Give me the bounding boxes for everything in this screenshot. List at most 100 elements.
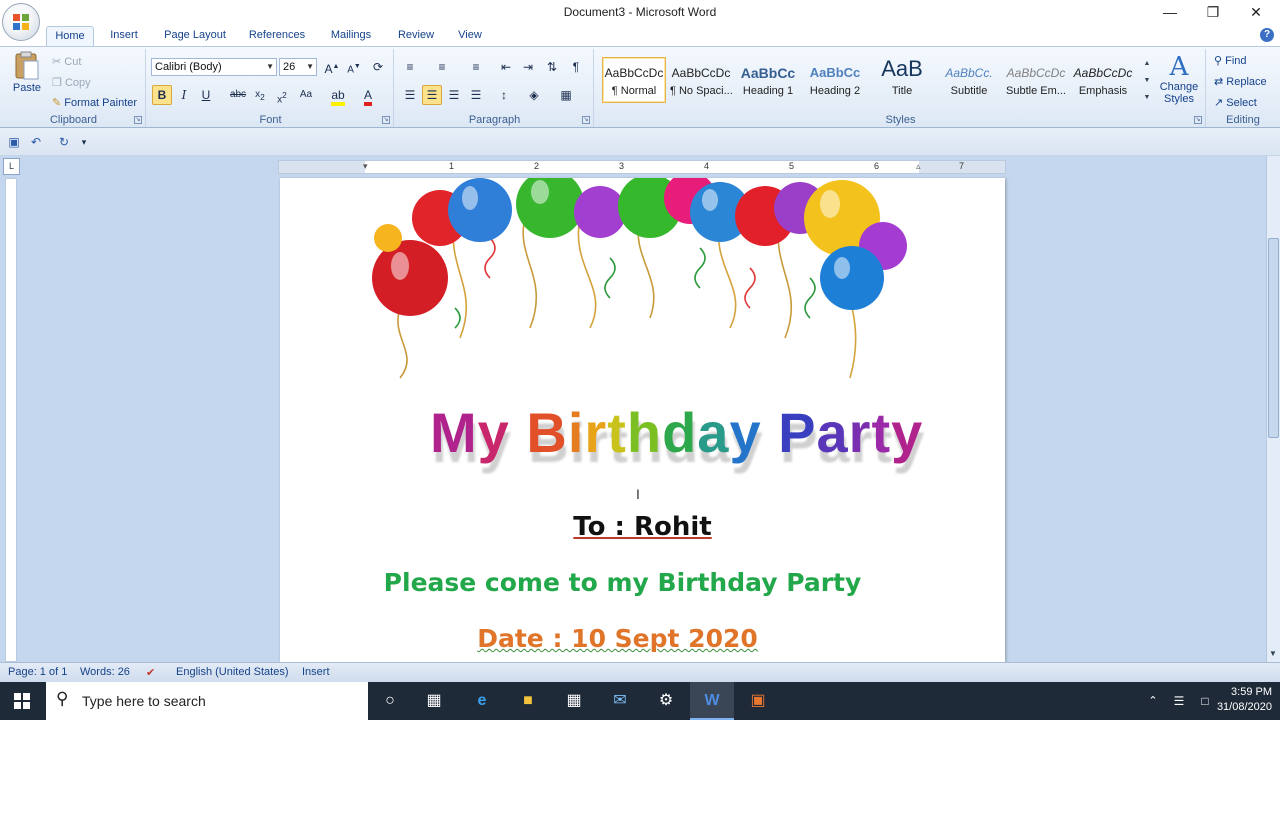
tab-view[interactable]: View	[450, 26, 490, 46]
task-view-icon[interactable]: ▦	[412, 682, 456, 720]
subscript-button[interactable]: x2	[250, 85, 270, 105]
edge-icon[interactable]: e	[460, 682, 504, 720]
tab-mailings[interactable]: Mailings	[322, 26, 380, 46]
style-title[interactable]: AaB Title	[870, 57, 934, 103]
tab-home[interactable]: Home	[46, 26, 94, 46]
underline-button[interactable]: U	[196, 85, 216, 105]
tab-page-layout[interactable]: Page Layout	[158, 26, 232, 46]
tray-chevron-up-icon[interactable]: ⌃	[1140, 682, 1166, 720]
font-launcher[interactable]: ↘	[382, 116, 390, 124]
bullets-icon[interactable]: ≡	[400, 57, 420, 77]
change-styles-label: Change Styles	[1159, 81, 1199, 105]
notification-icon[interactable]: □	[1192, 682, 1218, 720]
align-center-icon[interactable]: ☰	[422, 85, 442, 105]
style-normal[interactable]: AaBbCcDc ¶ Normal	[602, 57, 666, 103]
clipboard-launcher[interactable]: ↘	[134, 116, 142, 124]
strikethrough-button[interactable]: abc	[228, 85, 248, 105]
settings-gear-icon[interactable]: ⚙	[644, 682, 688, 720]
paragraph-group-label: Paragraph	[468, 114, 521, 126]
italic-button[interactable]: I	[174, 85, 194, 105]
font-family-select[interactable]: Calibri (Body) ▼	[151, 58, 277, 76]
style-heading-2[interactable]: AaBbCc Heading 2	[803, 57, 867, 103]
borders-icon[interactable]: ▦	[556, 85, 576, 105]
styles-launcher[interactable]: ↘	[1194, 116, 1202, 124]
file-explorer-icon[interactable]: ■	[506, 682, 550, 720]
customize-qat-icon[interactable]: ▾	[74, 132, 94, 152]
style-heading-1[interactable]: AaBbCc Heading 1	[736, 57, 800, 103]
numbering-icon[interactable]: ≡	[432, 57, 452, 77]
grow-font-button[interactable]: A▲	[322, 57, 342, 77]
horizontal-ruler[interactable]: 1 2 3 4 5 6 7 ▾ ▵	[278, 160, 1006, 174]
taskbar-search-box[interactable]: ⚲ Type here to search	[46, 682, 368, 720]
word-count[interactable]: Words: 26	[80, 666, 130, 678]
line-spacing-icon[interactable]: ↕	[494, 85, 514, 105]
pilcrow-icon[interactable]: ¶	[566, 57, 586, 77]
insert-mode-status[interactable]: Insert	[302, 666, 330, 678]
proofing-icon[interactable]: ✔	[146, 666, 155, 679]
format-painter-button[interactable]: ✎ Format Painter	[52, 96, 137, 109]
tab-insert[interactable]: Insert	[102, 26, 146, 46]
vertical-ruler[interactable]	[5, 178, 17, 662]
help-icon[interactable]: ?	[1260, 28, 1274, 42]
style-emphasis[interactable]: AaBbCcDc Emphasis	[1071, 57, 1135, 103]
find-button[interactable]: ⚲ Find	[1214, 54, 1247, 67]
style-subtle-emphasis[interactable]: AaBbCcDc Subtle Em...	[1004, 57, 1068, 103]
replace-button[interactable]: ⇄ Replace	[1214, 75, 1267, 88]
highlight-icon[interactable]: ab	[328, 85, 348, 106]
clear-formatting-icon[interactable]: ⟳	[368, 57, 388, 77]
network-icon[interactable]: ☰	[1166, 682, 1192, 720]
language-status[interactable]: English (United States)	[176, 666, 289, 678]
cortana-icon[interactable]: ○	[368, 682, 412, 720]
font-color-icon[interactable]: A	[358, 85, 378, 106]
select-button[interactable]: ↗ Select	[1214, 96, 1257, 109]
tab-review[interactable]: Review	[392, 26, 440, 46]
close-button[interactable]: ✕	[1236, 2, 1276, 22]
scrollbar-thumb[interactable]	[1268, 238, 1279, 438]
right-indent-marker-icon[interactable]: ▵	[916, 161, 921, 172]
superscript-button[interactable]: x2	[272, 85, 292, 105]
decrease-indent-icon[interactable]: ⇤	[496, 57, 516, 77]
multilevel-list-icon[interactable]: ≡	[466, 57, 486, 77]
font-size-select[interactable]: 26 ▼	[279, 58, 317, 76]
styles-scroll[interactable]: ▲ ▼ ▼	[1141, 55, 1153, 109]
mail-icon[interactable]: ✉	[598, 682, 642, 720]
undo-icon[interactable]: ↶	[26, 132, 46, 152]
font-group: Calibri (Body) ▼ 26 ▼ A▲ A▼ ⟳ B I U abc x2…	[148, 49, 394, 127]
document-page[interactable]: My Birthday Party I To : Rohit Please co…	[280, 178, 1005, 662]
style-name: Heading 2	[809, 85, 861, 97]
justify-icon[interactable]: ☰	[466, 85, 486, 105]
cut-button[interactable]: ✂ Cut	[52, 55, 81, 68]
save-icon[interactable]: ▣	[4, 132, 24, 152]
ruler-number: 1	[449, 161, 455, 171]
restore-button[interactable]: ❐	[1193, 2, 1233, 22]
shading-icon[interactable]: ◈	[524, 85, 544, 105]
word-app-icon[interactable]: W	[690, 682, 734, 720]
indent-marker-icon[interactable]: ▾	[363, 161, 368, 172]
store-icon[interactable]: ▦	[552, 682, 596, 720]
tab-selector[interactable]: L	[3, 158, 20, 175]
taskbar-clock[interactable]: 3:59 PM 31/08/2020	[1217, 685, 1272, 715]
paragraph-launcher[interactable]: ↘	[582, 116, 590, 124]
copy-button[interactable]: ❐ Copy	[52, 76, 91, 89]
page-count[interactable]: Page: 1 of 1	[8, 666, 67, 678]
change-styles-button[interactable]: A Change Styles	[1158, 53, 1200, 105]
vertical-scrollbar[interactable]: ▼	[1266, 156, 1280, 662]
align-right-icon[interactable]: ☰	[444, 85, 464, 105]
paste-button[interactable]: Paste	[8, 51, 46, 103]
increase-indent-icon[interactable]: ⇥	[518, 57, 538, 77]
tab-references[interactable]: References	[244, 26, 310, 46]
office-button[interactable]	[2, 3, 40, 41]
redo-icon[interactable]: ↻	[54, 132, 74, 152]
style-subtitle[interactable]: AaBbCc. Subtitle	[937, 57, 1001, 103]
align-left-icon[interactable]: ☰	[400, 85, 420, 105]
heading-letter: P	[778, 401, 817, 464]
windows-start-icon[interactable]	[0, 682, 44, 720]
shrink-font-button[interactable]: A▼	[344, 57, 364, 77]
sort-icon[interactable]: ⇅	[542, 57, 562, 77]
bold-button[interactable]: B	[152, 85, 172, 105]
recorder-app-icon[interactable]: ▣	[736, 682, 780, 720]
style-no-spacing[interactable]: AaBbCcDc ¶ No Spaci...	[669, 57, 733, 103]
scroll-down-icon[interactable]: ▼	[1269, 649, 1277, 658]
change-case-button[interactable]: Aa	[296, 85, 316, 105]
minimize-button[interactable]: —	[1150, 2, 1190, 22]
